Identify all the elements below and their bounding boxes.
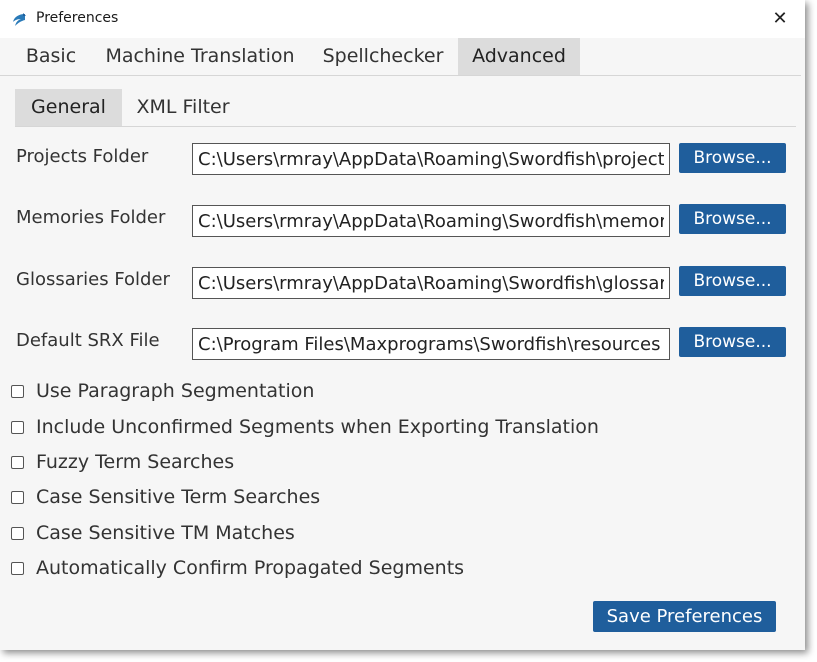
- default-srx-input[interactable]: [192, 328, 670, 360]
- projects-folder-label: Projects Folder: [16, 146, 149, 167]
- swordfish-logo-icon: [10, 11, 28, 29]
- include-unconfirmed-checkbox[interactable]: [11, 421, 24, 434]
- projects-browse-button[interactable]: Browse...: [679, 143, 786, 173]
- fuzzy-term-label[interactable]: Fuzzy Term Searches: [36, 451, 234, 473]
- memories-folder-label: Memories Folder: [16, 207, 166, 228]
- case-sensitive-tm-checkbox[interactable]: [11, 527, 24, 540]
- preferences-dialog: Preferences ✕ Basic Machine Translation …: [0, 0, 805, 650]
- case-sensitive-term-label[interactable]: Case Sensitive Term Searches: [36, 486, 320, 508]
- auto-confirm-checkbox[interactable]: [11, 562, 24, 575]
- tab-advanced[interactable]: Advanced: [458, 38, 580, 75]
- tab-spellchecker[interactable]: Spellchecker: [308, 38, 458, 75]
- glossaries-folder-label: Glossaries Folder: [16, 269, 170, 290]
- tab-machine-translation[interactable]: Machine Translation: [92, 38, 308, 75]
- close-icon[interactable]: ✕: [766, 6, 794, 32]
- include-unconfirmed-label[interactable]: Include Unconfirmed Segments when Export…: [36, 416, 599, 438]
- tab-xml-filter[interactable]: XML Filter: [122, 89, 244, 126]
- memories-folder-input[interactable]: [192, 205, 670, 237]
- paragraph-segmentation-checkbox[interactable]: [11, 385, 24, 398]
- title-bar: Preferences ✕: [0, 0, 805, 38]
- save-preferences-button[interactable]: Save Preferences: [593, 601, 776, 632]
- case-sensitive-tm-label[interactable]: Case Sensitive TM Matches: [36, 522, 295, 544]
- window-title: Preferences: [36, 10, 119, 26]
- paragraph-segmentation-label[interactable]: Use Paragraph Segmentation: [36, 380, 314, 402]
- auto-confirm-label[interactable]: Automatically Confirm Propagated Segment…: [36, 557, 464, 579]
- default-srx-label: Default SRX File: [16, 330, 160, 351]
- tab-general[interactable]: General: [15, 89, 122, 126]
- sub-tabs: General XML Filter: [15, 89, 796, 127]
- tab-basic[interactable]: Basic: [10, 38, 92, 75]
- fuzzy-term-checkbox[interactable]: [11, 456, 24, 469]
- main-tabs: Basic Machine Translation Spellchecker A…: [0, 38, 801, 76]
- glossaries-browse-button[interactable]: Browse...: [679, 266, 786, 296]
- srx-browse-button[interactable]: Browse...: [679, 327, 786, 357]
- projects-folder-input[interactable]: [192, 143, 670, 175]
- glossaries-folder-input[interactable]: [192, 267, 670, 299]
- memories-browse-button[interactable]: Browse...: [679, 204, 786, 234]
- case-sensitive-term-checkbox[interactable]: [11, 491, 24, 504]
